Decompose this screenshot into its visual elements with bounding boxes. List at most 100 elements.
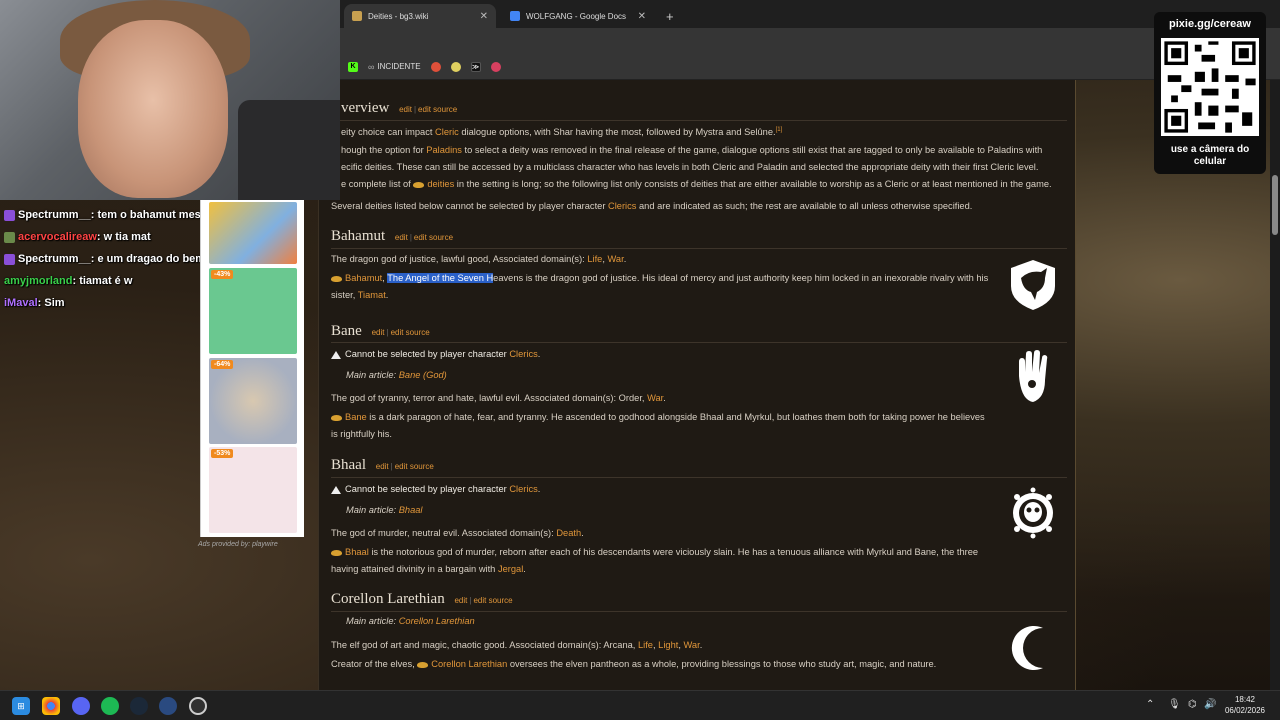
war-link[interactable]: War [684, 640, 700, 650]
tab-deities[interactable]: Deities - bg3.wiki ✕ [344, 4, 496, 28]
streamer-face [78, 20, 228, 198]
clock[interactable]: 18:42 06/02/2026 [1215, 694, 1275, 716]
eye-icon[interactable] [450, 61, 461, 72]
bookmark-incidente[interactable]: ∞ INCIDENTE [368, 62, 421, 72]
overview-p4: Several deities listed below cannot be s… [331, 201, 973, 211]
overview-heading: verview edit | edit source [341, 100, 458, 116]
bhaal-notice: Cannot be selected by player character C… [331, 481, 1067, 498]
steam-icon[interactable] [130, 697, 148, 715]
address-bar[interactable] [340, 28, 1280, 54]
corellon-desc: The elf god of art and magic, chaotic go… [331, 640, 703, 650]
edit-source-link[interactable]: edit source [418, 105, 457, 114]
edit-source-link[interactable]: edit source [391, 328, 430, 337]
bahamut-lore: Bahamut, The Angel of the Seven Heavens … [331, 273, 989, 300]
ad-item[interactable]: -43% [209, 268, 297, 354]
bahamut-link[interactable]: Bahamut [345, 273, 382, 283]
tab-google-docs[interactable]: WOLFGANG - Google Docs ✕ [502, 4, 654, 28]
corellon-lore: Creator of the elves, Corellon Larethian… [331, 659, 937, 669]
edit-link[interactable]: edit [395, 233, 408, 242]
close-tab-icon[interactable]: ✕ [480, 11, 488, 22]
network-icon[interactable]: ⌬ [1188, 699, 1197, 710]
bhaal-link[interactable]: Bhaal [345, 547, 369, 557]
bane-link[interactable]: Bane [345, 412, 367, 422]
edit-link[interactable]: edit [399, 105, 412, 114]
bhaal-desc: The god of murder, neutral evil. Associa… [331, 528, 584, 538]
edit-source-link[interactable]: edit source [414, 233, 453, 242]
bhaal-lore: Bhaal is the notorious god of murder, re… [331, 547, 979, 574]
clerics-link[interactable]: Clerics [608, 201, 636, 211]
corellon-link[interactable]: Corellon Larethian [431, 659, 507, 669]
bg3wiki-favicon-icon [352, 11, 362, 21]
microphone-icon[interactable]: 🎙 [1168, 699, 1181, 710]
deities-link[interactable]: deities [427, 179, 454, 189]
obs-icon[interactable] [189, 697, 207, 715]
page-scrollbar[interactable] [1270, 80, 1280, 690]
gold-icon [331, 549, 342, 556]
bot-badge-icon [4, 231, 15, 243]
death-link[interactable]: Death [556, 528, 581, 538]
qr-overlay: pixie.gg/cereaw use a câmera do celular [1154, 12, 1266, 174]
corellon-main-article: Main article: Corellon Larethian [346, 616, 475, 626]
war-link[interactable]: War [608, 254, 624, 264]
ref-link[interactable]: [1] [776, 127, 783, 133]
windows-start-icon[interactable]: ⊞ [12, 697, 30, 715]
gold-icon [413, 181, 425, 188]
paladins-link[interactable]: Paladins [426, 145, 462, 155]
life-link[interactable]: Life [638, 640, 653, 650]
chrome-icon[interactable] [42, 697, 60, 715]
life-link[interactable]: Life [587, 254, 602, 264]
discord-icon[interactable] [72, 697, 90, 715]
ad-item[interactable]: -64% [209, 358, 297, 444]
war-link[interactable]: War [647, 393, 663, 403]
bhaal-heading: Bhaal edit | edit source [331, 457, 434, 473]
subscriber-badge-icon [4, 253, 15, 265]
tab-title: WOLFGANG - Google Docs [526, 11, 627, 21]
bane-notice: Cannot be selected by player character C… [331, 346, 1067, 363]
scroll-thumb[interactable] [1272, 175, 1278, 235]
bahamut-desc: The dragon god of justice, lawful good, … [331, 254, 627, 264]
clerics-link[interactable]: Clerics [509, 484, 537, 494]
windows-taskbar: ⊞ ⌃ 🎙 ⌬ 🔊 18:42 06/02/2026 [0, 690, 1280, 720]
edit-link[interactable]: edit [372, 328, 385, 337]
google-docs-favicon-icon [510, 11, 520, 21]
bane-main-article: Main article: Bane (God) [346, 370, 447, 380]
selected-text: The Angel of the Seven H [387, 273, 494, 283]
new-tab-button[interactable]: + [658, 4, 682, 28]
close-tab-icon[interactable]: ✕ [638, 11, 646, 22]
bane-symbol-icon [1019, 350, 1048, 402]
bhaal-main-article: Main article: Bhaal [346, 505, 423, 515]
terminal-icon[interactable]: ≫ [470, 61, 481, 72]
bhaal-article-link[interactable]: Bhaal [399, 505, 423, 515]
jergal-link[interactable]: Jergal [498, 564, 523, 574]
badge-icon[interactable] [490, 61, 501, 72]
app-icon[interactable] [159, 697, 177, 715]
ad-item[interactable]: -53% [209, 447, 297, 533]
corellon-symbol-icon [1011, 626, 1043, 670]
clerics-link[interactable]: Clerics [509, 349, 537, 359]
overview-p2: hough the option for Paladins to select … [341, 145, 1043, 172]
ad-item[interactable] [209, 202, 297, 264]
cleric-link[interactable]: Cleric [435, 127, 459, 137]
bane-lore: Bane is a dark paragon of hate, fear, an… [331, 412, 985, 439]
bane-heading: Bane edit | edit source [331, 323, 430, 339]
edit-source-link[interactable]: edit source [473, 596, 512, 605]
qr-caption: use a câmera do celular [1170, 144, 1250, 167]
tab-title: Deities - bg3.wiki [368, 11, 429, 21]
ads-caption: Ads provided by: playwire [198, 541, 278, 548]
corellon-article-link[interactable]: Corellon Larethian [399, 616, 475, 626]
incidente-icon: ∞ [368, 61, 375, 72]
bahamut-symbol-icon [1011, 260, 1055, 310]
gaming-chair [238, 100, 340, 200]
flame-icon[interactable] [430, 61, 441, 72]
spotify-icon[interactable] [101, 697, 119, 715]
subscriber-badge-icon [4, 209, 15, 221]
edit-link[interactable]: edit [454, 596, 467, 605]
bane-god-link[interactable]: Bane (God) [399, 370, 447, 380]
kick-icon[interactable]: K [348, 61, 358, 72]
webcam-feed [0, 0, 340, 200]
tray-chevron-icon[interactable]: ⌃ [1146, 699, 1154, 710]
edit-source-link[interactable]: edit source [395, 462, 434, 471]
tiamat-link[interactable]: Tiamat [358, 290, 386, 300]
light-link[interactable]: Light [658, 640, 678, 650]
edit-link[interactable]: edit [376, 462, 389, 471]
